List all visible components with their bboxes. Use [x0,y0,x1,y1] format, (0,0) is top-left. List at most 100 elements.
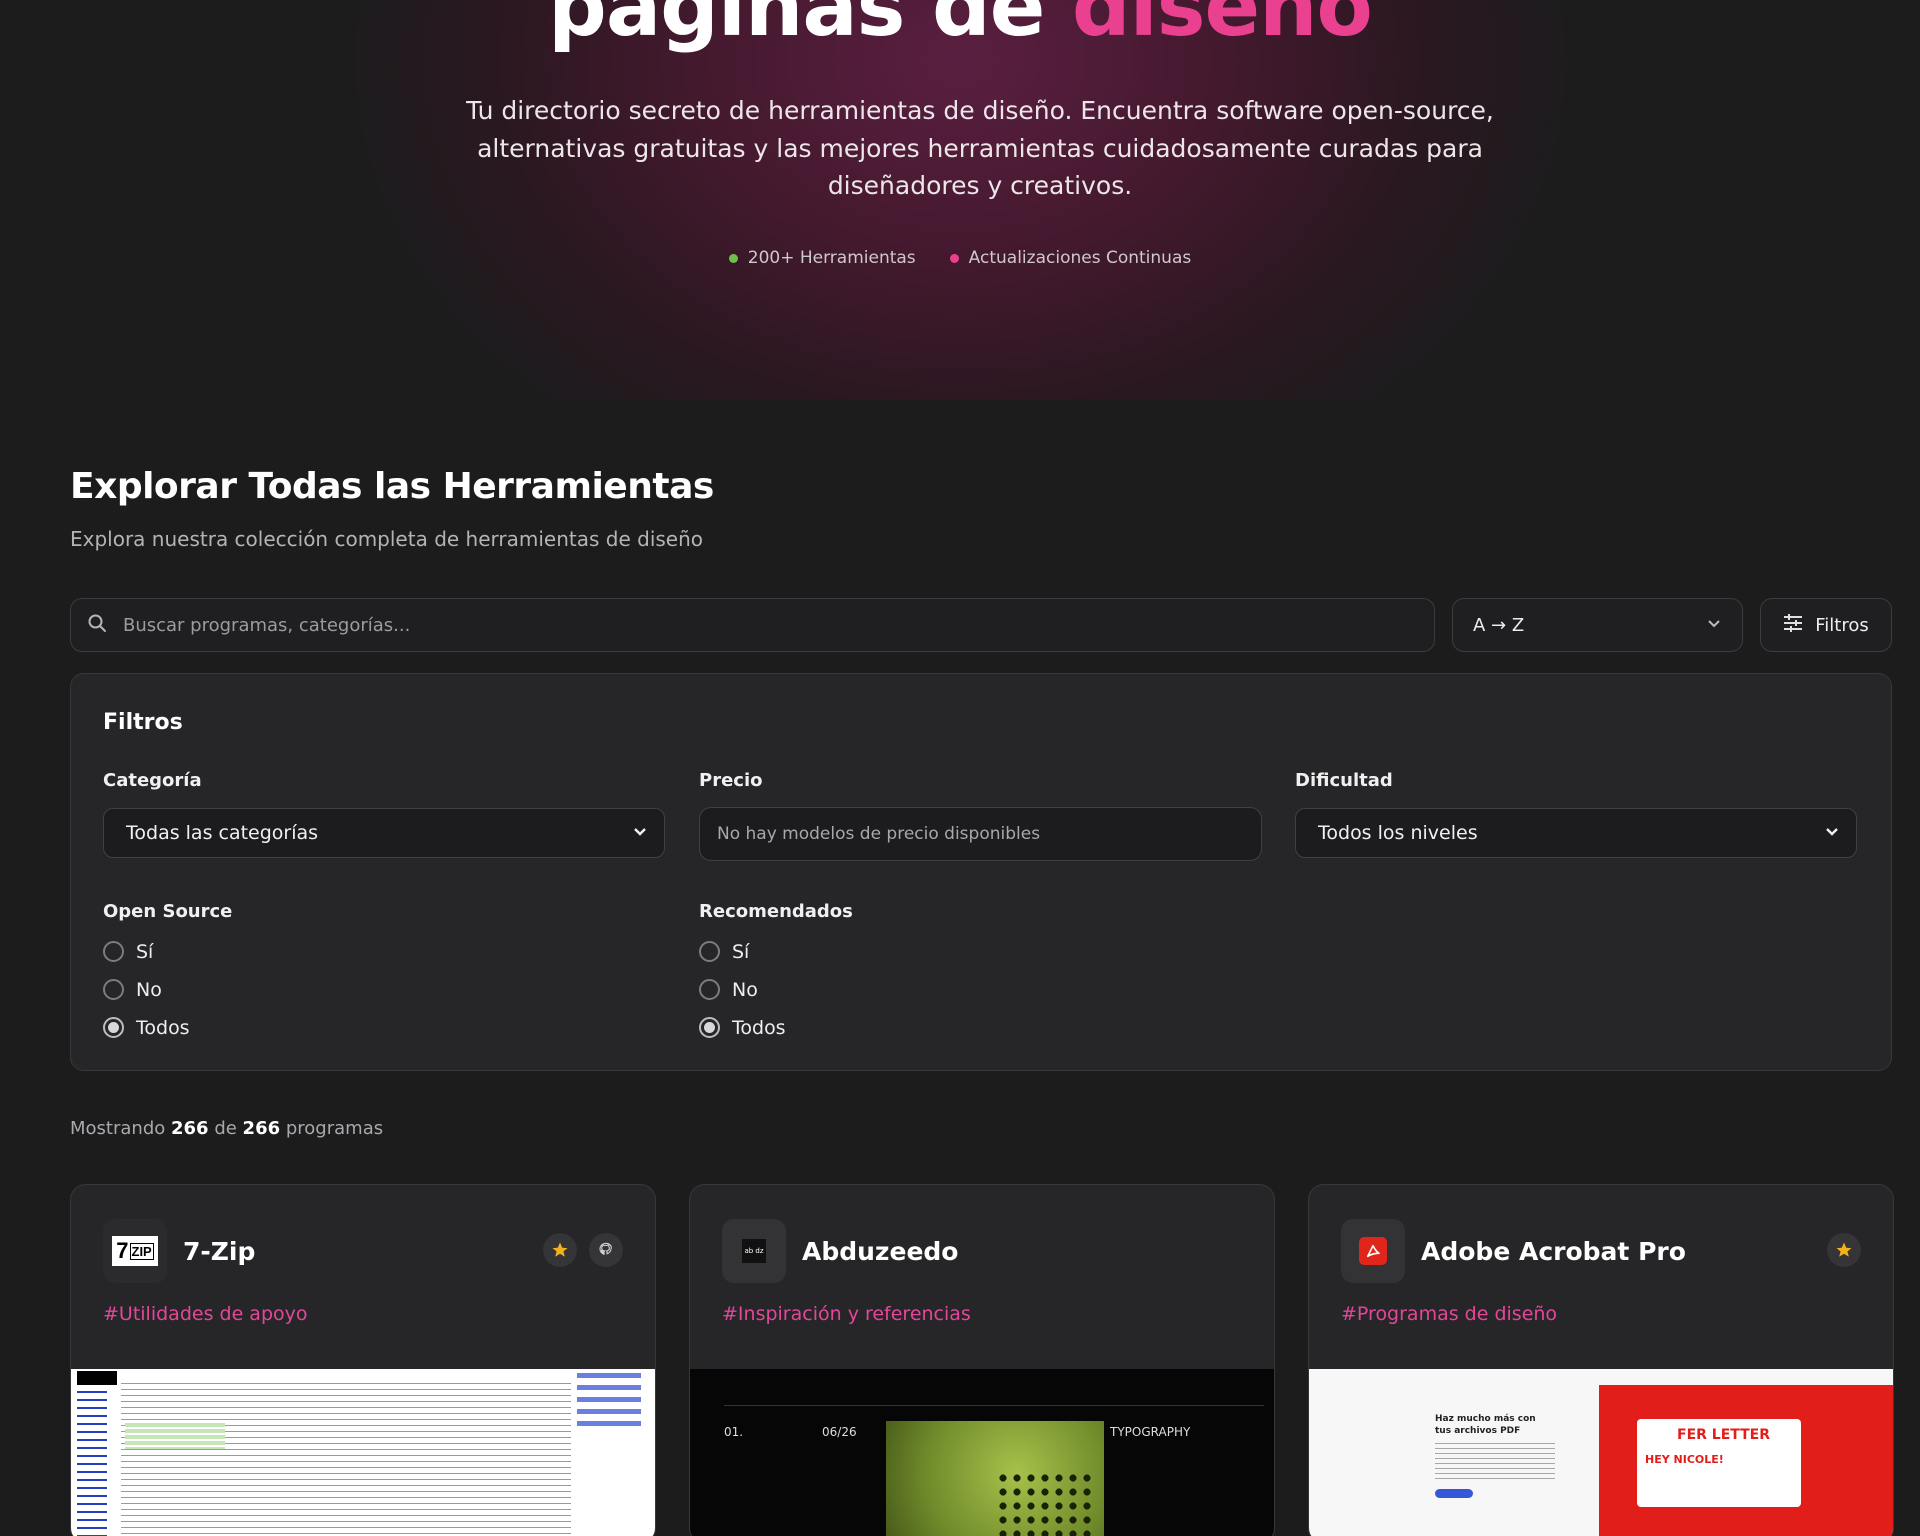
abduzeedo-logo-icon: ab dz [742,1239,766,1263]
radio-label: Todos [732,1016,786,1039]
preview-logo-block [77,1371,117,1385]
tool-category-tag[interactable]: #Utilidades de apoyo [103,1303,308,1325]
preview-text-category: TYPOGRAPHY [1110,1425,1191,1439]
tool-category-tag[interactable]: #Inspiración y referencias [722,1303,971,1325]
tool-badges [543,1233,623,1267]
hero-description: Tu directorio secreto de herramientas de… [466,96,1494,200]
pink-dot-icon [949,253,959,263]
search-input[interactable] [123,614,1373,636]
tool-category-tag[interactable]: #Programas de diseño [1341,1303,1557,1325]
recommended-label: Recomendados [699,901,853,922]
sliders-icon [1783,613,1803,637]
results-middle: de [214,1118,237,1139]
preview-body-lines [1435,1443,1555,1483]
tool-logo-abduzeedo: ab dz [722,1219,786,1283]
radio-circle [699,979,720,1000]
tool-name: Abduzeedo [802,1237,959,1266]
category-select[interactable]: Todas las categorías [103,808,665,858]
open-source-label: Open Source [103,901,233,922]
preview-red-panel: FER LETTER HEY NICOLE! [1599,1385,1893,1536]
results-suffix: programas [285,1118,384,1139]
tool-card[interactable]: 7 ZIP 7-Zip #Utilidades de apoyo [70,1184,656,1536]
hero-title: páginas de diseño [0,0,1920,55]
preview-text-date: 06/26 [822,1425,857,1439]
7zip-logo-icon: 7 ZIP [112,1236,158,1266]
stat-updates-label: Actualizaciones Continuas [968,248,1192,268]
radio-circle-checked [103,1017,124,1038]
filters-toggle-button[interactable]: Filtros [1760,598,1892,652]
open-source-option-all[interactable]: Todos [103,1016,190,1039]
stat-tools: 200+ Herramientas [728,248,916,268]
sort-select[interactable]: A → Z [1452,598,1743,652]
explore-title: Explorar Todas las Herramientas [70,466,714,507]
preview-artwork [886,1421,1104,1536]
filters-button-label: Filtros [1815,614,1869,636]
tool-preview-image: 01. 06/26 TYPOGRAPHY [690,1369,1274,1536]
difficulty-label: Dificultad [1295,770,1393,791]
recommended-radio-group: Sí No Todos [699,940,786,1039]
category-value: Todas las categorías [126,822,319,844]
radio-circle [103,979,124,1000]
preview-document: FER LETTER HEY NICOLE! [1637,1419,1801,1507]
price-field: No hay modelos de precio disponibles [699,807,1262,861]
tool-preview-image: Haz mucho más con tus archivos PDF FER L… [1309,1369,1893,1536]
search-bar [70,598,1435,652]
chevron-down-icon [1824,822,1840,844]
hero-section: páginas de diseño Tu directorio secreto … [0,0,1920,400]
difficulty-select[interactable]: Todos los niveles [1295,808,1857,858]
tool-preview-image [71,1369,655,1536]
preview-cta [1435,1489,1473,1498]
tool-card[interactable]: ab dz Abduzeedo #Inspiración y referenci… [689,1184,1275,1536]
preview-download-links [577,1373,641,1433]
recommended-option-all[interactable]: Todos [699,1016,786,1039]
results-shown: 266 [171,1118,209,1139]
preview-banner-text: FER LETTER [1677,1427,1771,1443]
tool-badges [1827,1233,1861,1267]
filters-panel-title: Filtros [103,710,183,735]
price-value: No hay modelos de precio disponibles [717,824,1041,844]
recommended-option-no[interactable]: No [699,978,786,1001]
open-source-radio-group: Sí No Todos [103,940,190,1039]
tool-logo-7zip: 7 ZIP [103,1219,167,1283]
stat-tools-label: 200+ Herramientas [747,248,916,268]
sort-value: A → Z [1473,614,1525,636]
preview-headline: Haz mucho más con tus archivos PDF [1435,1414,1536,1436]
recommended-option-yes[interactable]: Sí [699,940,786,963]
github-icon[interactable] [589,1233,623,1267]
radio-circle [699,941,720,962]
preview-table [125,1423,225,1449]
radio-circle [103,941,124,962]
radio-label: No [136,978,162,1001]
preview-pixel-pattern [996,1471,1096,1536]
tool-card[interactable]: Adobe Acrobat Pro #Programas de diseño H… [1308,1184,1894,1536]
chevron-down-icon [1706,615,1722,636]
acrobat-logo-icon [1359,1237,1387,1265]
filters-panel: Filtros Categoría Todas las categorías P… [70,673,1892,1071]
price-label: Precio [699,770,763,791]
open-source-option-yes[interactable]: Sí [103,940,190,963]
hero-stats: 200+ Herramientas Actualizaciones Contin… [0,248,1920,268]
open-source-option-no[interactable]: No [103,978,190,1001]
difficulty-value: Todos los niveles [1318,822,1478,844]
green-dot-icon [728,253,738,263]
hero-title-main: páginas de [548,0,1045,55]
results-prefix: Mostrando [70,1118,166,1139]
stat-updates: Actualizaciones Continuas [949,248,1192,268]
results-count: Mostrando 266 de 266 programas [70,1118,383,1139]
explore-subtitle: Explora nuestra colección completa de he… [70,527,704,551]
preview-text-lines [121,1383,571,1536]
preview-divider [724,1405,1264,1406]
radio-label: Todos [136,1016,190,1039]
preview-sub-text: HEY NICOLE! [1645,1453,1724,1466]
featured-star-icon [1827,1233,1861,1267]
radio-label: No [732,978,758,1001]
tool-name: Adobe Acrobat Pro [1421,1237,1686,1266]
preview-sidebar-links [77,1391,107,1536]
featured-star-icon [543,1233,577,1267]
tool-logo-acrobat [1341,1219,1405,1283]
chevron-down-icon [632,822,648,844]
category-label: Categoría [103,770,202,791]
search-icon [87,613,107,637]
hero-title-accent: diseño [1071,0,1373,55]
tool-name: 7-Zip [183,1237,256,1266]
